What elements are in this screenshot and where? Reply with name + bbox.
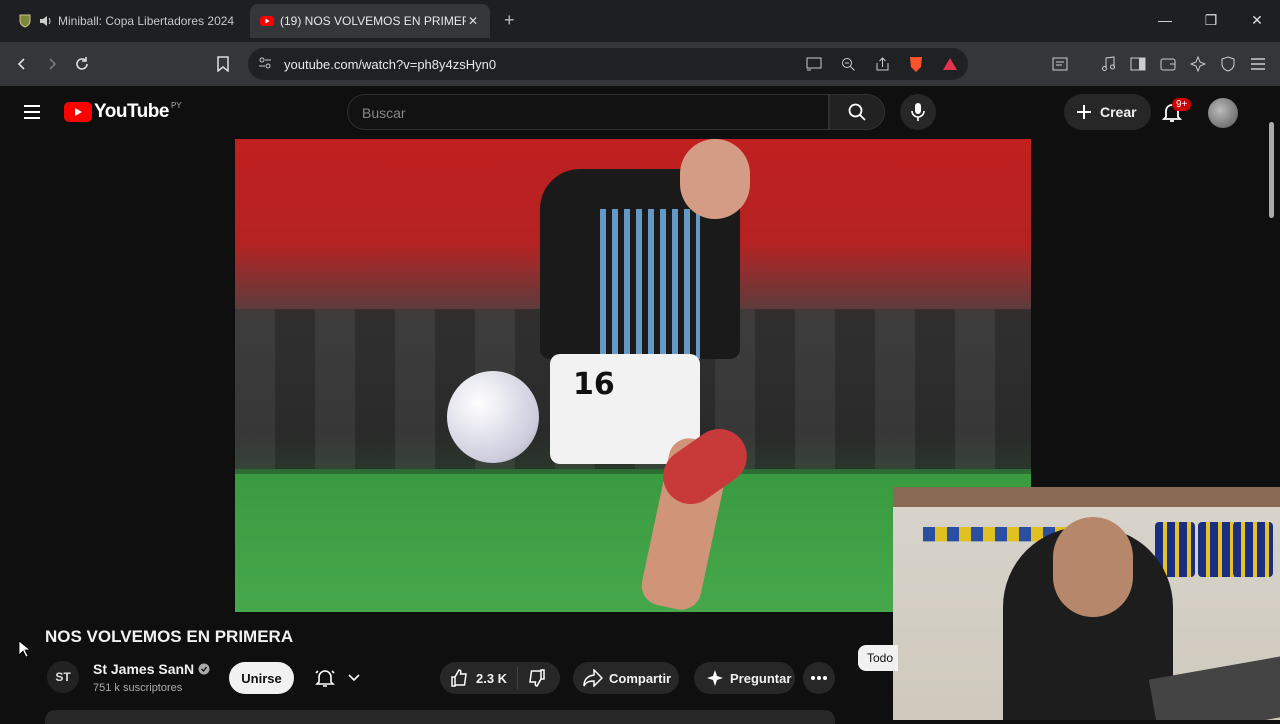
join-button[interactable]: Unirse	[229, 662, 294, 694]
search-placeholder: Buscar	[362, 105, 406, 121]
notification-badge: 9+	[1172, 98, 1192, 111]
search-button[interactable]	[829, 94, 885, 130]
browser-tab-active[interactable]: (19) NOS VOLVEMOS EN PRIMER ✕	[250, 4, 490, 38]
voice-search-button[interactable]	[900, 94, 936, 130]
back-icon[interactable]	[10, 52, 34, 76]
vpn-icon[interactable]	[1218, 54, 1238, 74]
like-count: 2.3 K	[476, 670, 508, 686]
brave-rewards-icon[interactable]	[940, 54, 960, 74]
restore-icon[interactable]: ❐	[1188, 0, 1234, 40]
hanging-jersey	[1233, 522, 1273, 577]
search-input[interactable]: Buscar	[347, 94, 829, 130]
share-button[interactable]: Compartir	[573, 662, 679, 694]
share-page-icon[interactable]	[872, 54, 892, 74]
thumbs-down-icon	[529, 669, 545, 687]
site-settings-icon[interactable]	[258, 56, 272, 75]
cast-icon[interactable]	[804, 54, 824, 74]
tab-favicon-icon	[18, 14, 32, 28]
browser-toolbar: youtube.com/watch?v=ph8y4zsHyn0	[0, 42, 1280, 86]
window-controls: — ❐ ✕	[1142, 0, 1280, 40]
like-button[interactable]: 2.3 K	[440, 667, 519, 689]
browser-tab[interactable]: Miniball: Copa Libertadores 2024	[8, 4, 244, 38]
search-icon	[848, 103, 866, 121]
reading-mode-icon[interactable]	[1050, 54, 1070, 74]
subscriber-count: 751 k suscriptores	[93, 682, 183, 694]
streamer-face	[1053, 517, 1133, 617]
bookmark-icon[interactable]	[211, 52, 235, 76]
channel-name-text: St James SanN	[93, 661, 195, 677]
hanging-jersey	[1198, 522, 1238, 577]
more-actions-button[interactable]	[803, 662, 835, 694]
verified-icon	[198, 663, 210, 675]
scrollbar-thumb[interactable]	[1269, 122, 1274, 218]
hamburger-menu-icon[interactable]	[20, 100, 44, 124]
minimize-icon[interactable]: —	[1142, 0, 1188, 40]
description-box[interactable]	[45, 710, 835, 724]
chip-all[interactable]: Todo	[858, 645, 898, 671]
play-logo-icon	[64, 102, 92, 122]
create-label: Crear	[1100, 104, 1137, 120]
create-button[interactable]: Crear	[1064, 94, 1151, 130]
zoom-icon[interactable]	[838, 54, 858, 74]
sidebar-icon[interactable]	[1128, 54, 1148, 74]
wallet-icon[interactable]	[1158, 54, 1178, 74]
speaker-icon[interactable]	[38, 14, 52, 28]
logo-country: PY	[170, 100, 182, 110]
brave-shields-icon[interactable]	[906, 54, 926, 74]
account-avatar[interactable]	[1208, 98, 1238, 128]
mouse-cursor-icon	[18, 640, 32, 663]
close-window-icon[interactable]: ✕	[1234, 0, 1280, 40]
youtube-logo[interactable]: YouTube PY	[64, 101, 182, 123]
thumbs-up-icon	[451, 669, 467, 687]
player-head	[680, 139, 750, 219]
tab-title: Miniball: Copa Libertadores 2024	[58, 14, 234, 28]
tab-title: (19) NOS VOLVEMOS EN PRIMER	[280, 14, 466, 28]
browser-tab-strip: Miniball: Copa Libertadores 2024 (19) NO…	[0, 0, 1280, 42]
leo-ai-icon[interactable]	[1188, 54, 1208, 74]
new-tab-icon[interactable]: +	[504, 10, 515, 31]
microphone-icon	[911, 103, 925, 121]
bell-ringing-icon	[315, 670, 335, 687]
soccer-ball	[447, 371, 539, 463]
reload-icon[interactable]	[70, 52, 94, 76]
like-dislike-group: 2.3 K	[440, 662, 560, 694]
webcam-overlay	[893, 487, 1280, 720]
channel-name[interactable]: St James SanN	[93, 661, 210, 677]
address-bar[interactable]: youtube.com/watch?v=ph8y4zsHyn0	[248, 48, 968, 80]
video-title: NOS VOLVEMOS EN PRIMERA	[45, 627, 294, 646]
sparkle-icon	[707, 670, 723, 686]
menu-icon[interactable]	[1248, 54, 1268, 74]
music-icon[interactable]	[1098, 54, 1118, 74]
ask-button[interactable]: Preguntar	[694, 662, 795, 694]
share-label: Compartir	[609, 670, 672, 686]
logo-text: YouTube	[94, 101, 169, 122]
dislike-button[interactable]	[518, 669, 546, 687]
youtube-header: YouTube PY Buscar Crear 9+	[0, 86, 1280, 138]
share-arrow-icon	[583, 669, 603, 687]
ask-label: Preguntar	[730, 670, 792, 686]
subscription-notify-button[interactable]	[308, 662, 366, 694]
close-tab-icon[interactable]: ✕	[466, 14, 480, 28]
url-text: youtube.com/watch?v=ph8y4zsHyn0	[284, 57, 497, 72]
jersey-number: 16	[573, 367, 615, 402]
youtube-favicon-icon	[260, 14, 274, 28]
forward-icon[interactable]	[40, 52, 64, 76]
plus-icon	[1077, 105, 1091, 119]
shirt-stripes	[600, 209, 700, 359]
more-horizontal-icon	[811, 676, 827, 680]
chevron-down-icon	[348, 674, 360, 682]
channel-avatar[interactable]: ST	[47, 661, 79, 693]
